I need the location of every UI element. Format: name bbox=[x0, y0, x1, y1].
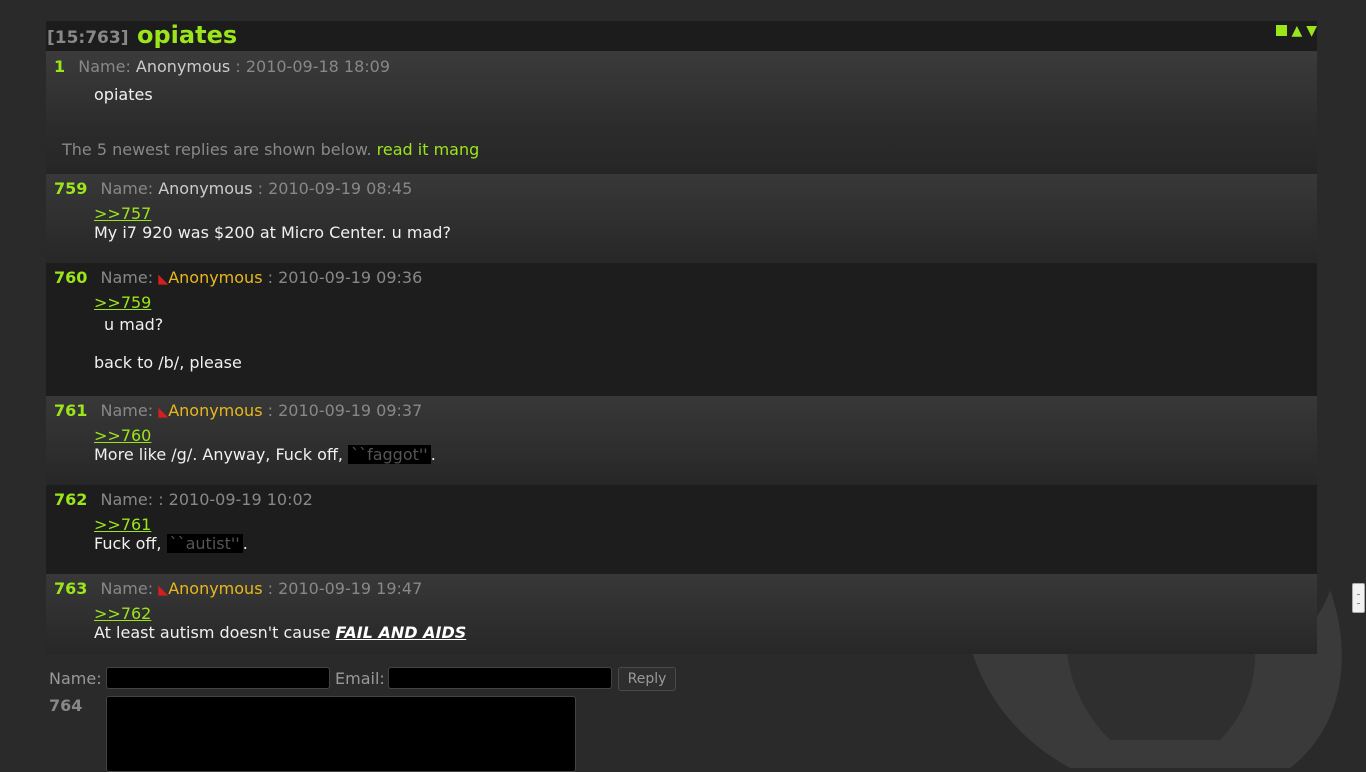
post-760: 760 Name: ◣Anonymous : 2010-09-19 09:36 … bbox=[46, 263, 1317, 396]
next-post-number: 764 bbox=[49, 696, 83, 715]
thread-title[interactable]: opiates bbox=[137, 21, 237, 49]
name-label: Name: bbox=[78, 57, 131, 76]
email-field[interactable] bbox=[388, 667, 612, 689]
post-op: 1 Name: Anonymous : 2010-09-18 18:09 opi… bbox=[46, 52, 1317, 174]
move-down-icon[interactable]: ▼ bbox=[1306, 24, 1317, 38]
toggle-thread-icon[interactable] bbox=[1276, 25, 1288, 36]
scrollbar[interactable] bbox=[1350, 0, 1366, 768]
post-number[interactable]: 1 bbox=[54, 57, 65, 76]
post-text: Fuck off, bbox=[94, 534, 162, 553]
thread-id[interactable]: [15:763] bbox=[47, 28, 128, 48]
post-text: More like /g/. Anyway, Fuck off, bbox=[94, 445, 343, 464]
thread-header: [15:763] opiates ▲ ▼ bbox=[46, 21, 1317, 52]
name-field-label: Name: bbox=[49, 669, 102, 688]
post-text-end: . bbox=[430, 445, 436, 464]
notice-text: The 5 newest replies are shown below. bbox=[62, 140, 372, 159]
post-number[interactable]: 763 bbox=[54, 579, 87, 598]
post-text: At least autism doesn't cause bbox=[94, 623, 331, 642]
replies-notice: The 5 newest replies are shown below. re… bbox=[62, 140, 479, 159]
reply-form: Name: Email: Reply 764 bbox=[46, 666, 686, 772]
post-date: : 2010-09-19 08:45 bbox=[257, 179, 413, 198]
quote-link[interactable]: >>757 bbox=[94, 204, 151, 223]
post-763: 763 Name: ◣Anonymous : 2010-09-19 19:47 … bbox=[46, 574, 1317, 654]
post-date: : 2010-09-19 19:47 bbox=[267, 579, 423, 598]
poster-name: Anonymous bbox=[168, 401, 263, 420]
post-header: 763 Name: ◣Anonymous : 2010-09-19 19:47 bbox=[54, 579, 422, 598]
read-thread-link[interactable]: read it mang bbox=[377, 140, 480, 159]
email-field-label: Email: bbox=[335, 669, 385, 688]
post-date: : 2010-09-19 10:02 bbox=[158, 490, 313, 509]
post-text: u mad? bbox=[104, 315, 164, 334]
spoiler-text[interactable]: ``autist'' bbox=[166, 534, 243, 553]
post-body: >>761 Fuck off, ``autist''. bbox=[94, 515, 248, 553]
post-text-end: . bbox=[242, 534, 248, 553]
tripcode-icon: ◣ bbox=[158, 272, 169, 287]
reply-textarea[interactable] bbox=[106, 696, 576, 772]
poster-name: Anonymous bbox=[168, 268, 263, 287]
quote-link[interactable]: >>762 bbox=[94, 604, 151, 623]
post-body: >>757 My i7 920 was $200 at Micro Center… bbox=[94, 204, 451, 242]
post-number[interactable]: 760 bbox=[54, 268, 87, 287]
poster-name: Anonymous bbox=[135, 57, 231, 76]
post-header: 760 Name: ◣Anonymous : 2010-09-19 09:36 bbox=[54, 268, 422, 287]
move-up-icon[interactable]: ▲ bbox=[1291, 24, 1302, 38]
reply-button[interactable]: Reply bbox=[618, 667, 676, 691]
post-759: 759 Name: Anonymous : 2010-09-19 08:45 >… bbox=[46, 174, 1317, 263]
post-text: back to /b/, please bbox=[94, 353, 242, 372]
post-header: 761 Name: ◣Anonymous : 2010-09-19 09:37 bbox=[54, 401, 422, 420]
post-date: : 2010-09-19 09:36 bbox=[267, 268, 423, 287]
scrollbar-thumb[interactable] bbox=[1352, 583, 1365, 613]
quote-link[interactable]: >>760 bbox=[94, 426, 151, 445]
thread-controls: ▲ ▼ bbox=[1276, 24, 1317, 38]
poster-name: Anonymous bbox=[168, 579, 263, 598]
post-header: 759 Name: Anonymous : 2010-09-19 08:45 bbox=[54, 179, 412, 198]
post-body: >>759 u mad? back to /b/, please bbox=[94, 293, 242, 372]
post-date: : 2010-09-18 18:09 bbox=[235, 57, 391, 76]
name-label: Name: bbox=[100, 490, 154, 509]
post-number[interactable]: 762 bbox=[54, 490, 87, 509]
post-body: >>762 At least autism doesn't cause FAIL… bbox=[94, 604, 466, 642]
spoiler-text[interactable]: ``faggot'' bbox=[348, 445, 431, 464]
post-header: 762 Name: : 2010-09-19 10:02 bbox=[54, 490, 313, 509]
tripcode-icon: ◣ bbox=[158, 583, 169, 598]
name-label: Name: bbox=[100, 579, 154, 598]
post-text: My i7 920 was $200 at Micro Center. u ma… bbox=[94, 223, 451, 242]
name-label: Name: bbox=[100, 179, 154, 198]
name-field[interactable] bbox=[106, 667, 330, 689]
post-body: opiates bbox=[94, 85, 153, 104]
post-761: 761 Name: ◣Anonymous : 2010-09-19 09:37 … bbox=[46, 396, 1317, 485]
quote-link[interactable]: >>759 bbox=[94, 293, 151, 312]
post-number[interactable]: 759 bbox=[54, 179, 87, 198]
post-date: : 2010-09-19 09:37 bbox=[267, 401, 423, 420]
post-body: >>760 More like /g/. Anyway, Fuck off, `… bbox=[94, 426, 436, 464]
name-label: Name: bbox=[100, 401, 154, 420]
post-762: 762 Name: : 2010-09-19 10:02 >>761 Fuck … bbox=[46, 485, 1317, 574]
poster-name: Anonymous bbox=[158, 179, 253, 198]
quote-link[interactable]: >>761 bbox=[94, 515, 151, 534]
name-label: Name: bbox=[100, 268, 154, 287]
emphasis-text: FAIL AND AIDS bbox=[335, 623, 467, 642]
thread: [15:763] opiates ▲ ▼ 1 Name: Anonymous :… bbox=[46, 21, 1317, 654]
tripcode-icon: ◣ bbox=[158, 405, 169, 420]
post-header: 1 Name: Anonymous : 2010-09-18 18:09 bbox=[54, 57, 390, 76]
post-number[interactable]: 761 bbox=[54, 401, 87, 420]
